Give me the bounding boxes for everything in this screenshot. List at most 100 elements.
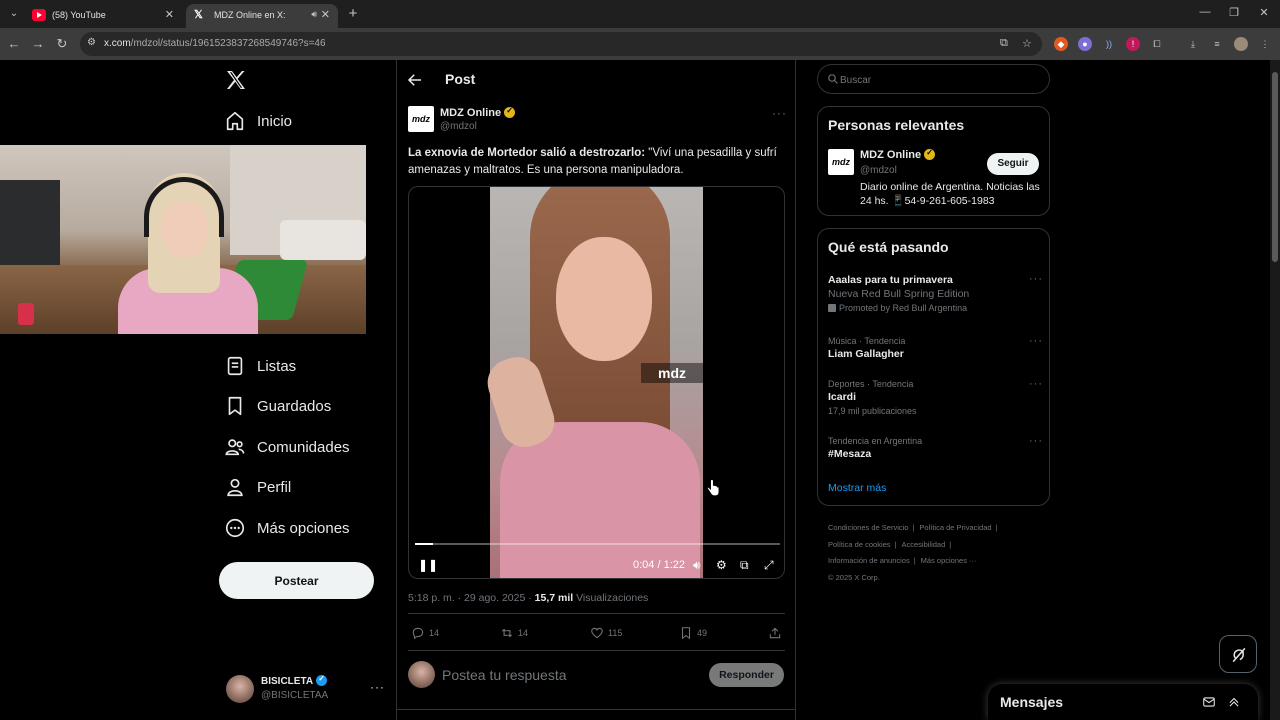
mdz-watermark: mdz [641,363,703,383]
account-handle: @BISICLETAA [261,690,329,701]
tab-title: (58) YouTube [52,10,106,20]
sidebar-item-comunidades[interactable]: Comunidades [224,435,350,459]
more-icon[interactable]: ··· [1029,273,1043,285]
volume-icon[interactable]: 🔊︎ [693,558,701,573]
new-message-icon[interactable] [1202,695,1216,709]
post-more-icon[interactable]: ··· [772,106,787,120]
close-window-icon[interactable]: ✕ [1257,6,1271,19]
extension-icon[interactable]: ◆ [1054,37,1068,51]
back-arrow-icon[interactable] [406,71,424,89]
list-icon [227,356,243,376]
relevant-handle[interactable]: @mdzol [860,165,897,176]
relevant-name[interactable]: MDZ Online [860,148,936,161]
relevant-bio: Diario online de Argentina. Noticias las… [860,181,1040,207]
sidebar-item-guardados[interactable]: Guardados [224,394,331,418]
show-more-link[interactable]: Mostrar más [828,482,886,494]
more-icon[interactable]: ··· [1029,335,1043,347]
more-options-link[interactable]: Más opciones ··· [921,556,977,565]
sidebar-item-listas[interactable]: Listas [224,354,296,378]
extensions-puzzle-icon[interactable]: ⧠ [1150,37,1164,51]
terms-link[interactable]: Condiciones de Servicio [828,523,908,532]
verified-badge-icon [316,674,328,686]
media-control-icon[interactable]: ≡ [1210,37,1224,51]
account-switcher[interactable]: BISICLETA @BISICLETAA ··· [226,672,386,708]
views-count: 15,7 mil [534,592,574,604]
sidebar-item-perfil[interactable]: Perfil [224,475,291,499]
trend-item[interactable]: Tendencia en Argentina #Mesaza ··· [828,435,1043,461]
communities-icon [225,439,245,456]
ads-info-link[interactable]: Información de anuncios [828,556,910,565]
more-icon[interactable]: ··· [370,680,385,694]
reply-button[interactable]: 14 [411,626,439,640]
address-bar[interactable]: ⚙ x.com/mdzol/status/1961523837268549746… [80,32,1042,56]
url-text[interactable]: x.com/mdzol/status/1961523837268549746?s… [104,38,326,49]
more-icon[interactable]: ··· [1029,378,1043,390]
tab-search-chevron-icon[interactable]: ⌄ [6,6,22,22]
repost-count: 14 [518,628,529,638]
author-avatar[interactable]: mdz [408,106,434,132]
page-scrollbar[interactable] [1270,60,1280,720]
tab-mdz-post[interactable]: 𝕏 MDZ Online en X: "La exnovia 🔊︎ ✕ [186,4,338,28]
search-bar[interactable] [817,64,1050,94]
messages-drawer[interactable]: Mensajes [988,684,1258,720]
new-tab-button[interactable]: + [345,6,361,22]
settings-gear-icon[interactable]: ⚙ [716,558,727,572]
install-app-icon[interactable]: ⧉ [1000,37,1008,50]
trend-item[interactable]: Deportes · Tendencia Icardi 17,9 mil pub… [828,378,1043,418]
back-icon[interactable]: ← [6,36,22,52]
browser-toolbar: ← → ↻ ⚙ x.com/mdzol/status/1961523837268… [0,28,1280,60]
bookmark-count: 49 [697,628,708,638]
video-progress-bar[interactable] [415,543,780,545]
sidebar-item-mas-opciones[interactable]: Más opciones [224,516,350,540]
forward-icon[interactable]: → [30,36,46,52]
hand-cursor-icon [706,479,720,497]
page-title: Post [445,71,476,87]
card-title: Personas relevantes [828,117,965,133]
author-handle[interactable]: @mdzol [440,121,477,132]
more-icon[interactable]: ··· [1029,435,1043,447]
minimize-icon[interactable]: — [1198,6,1212,18]
trend-item[interactable]: Música · Tendencia Liam Gallagher ··· [828,335,1043,361]
search-input[interactable] [840,72,1040,88]
video-player[interactable]: mdz ❚❚ 0:04 / 1:22 🔊︎ ⚙ ⧉ ⤢ [408,186,785,579]
expand-up-icon[interactable] [1227,695,1241,709]
post-button[interactable]: Postear [219,562,374,599]
extension-icon[interactable]: ● [1078,37,1092,51]
bookmark-button[interactable]: 49 [679,626,707,640]
sidebar-item-inicio[interactable]: Inicio [224,109,292,133]
reply-submit-button[interactable]: Responder [709,663,784,687]
tab-youtube[interactable]: (58) YouTube ✕ [24,4,182,28]
grok-icon [1232,647,1246,663]
download-icon[interactable]: ⤓ [1186,37,1200,51]
grok-button[interactable] [1219,635,1257,673]
follow-button[interactable]: Seguir [987,153,1039,175]
x-logo-icon[interactable] [224,68,248,92]
cookies-link[interactable]: Política de cookies [828,540,891,549]
accessibility-link[interactable]: Accesibilidad [902,540,946,549]
tab-audio-icon[interactable]: 🔊︎ [311,9,317,20]
reload-icon[interactable]: ↻ [54,36,70,52]
extension-icon[interactable]: ! [1126,37,1140,51]
site-info-icon[interactable]: ⚙ [87,37,100,50]
card-title: Qué está pasando [828,239,949,255]
reply-input[interactable]: Postea tu respuesta [442,667,567,683]
repost-button[interactable]: 14 [500,626,528,640]
video-frame: mdz [481,187,703,578]
privacy-link[interactable]: Política de Privacidad [919,523,991,532]
avatar[interactable]: mdz [828,149,854,175]
profile-avatar[interactable] [1234,37,1248,51]
trend-item[interactable]: Aaalas para tu primavera Nueva Red Bull … [828,273,1043,315]
extension-icon[interactable]: )) [1102,37,1116,51]
like-button[interactable]: 115 [590,626,622,640]
author-name[interactable]: MDZ Online [440,106,516,119]
scrollbar-thumb[interactable] [1272,72,1278,262]
share-button[interactable] [768,626,786,640]
tab-close-icon[interactable]: ✕ [165,8,174,21]
tab-close-icon[interactable]: ✕ [321,8,330,21]
bookmark-star-icon[interactable]: ☆ [1022,37,1032,50]
picture-in-picture-icon[interactable]: ⧉ [740,558,749,573]
restore-icon[interactable]: ❐ [1227,6,1241,19]
fullscreen-icon[interactable]: ⤢ [764,558,774,573]
pause-icon[interactable]: ❚❚ [418,558,438,572]
browser-menu-icon[interactable]: ⋮ [1258,37,1272,51]
